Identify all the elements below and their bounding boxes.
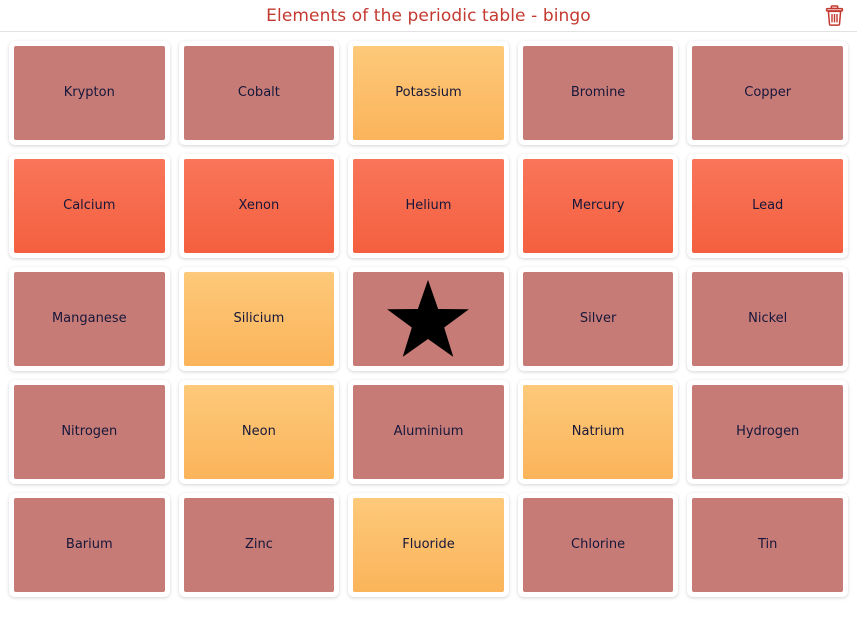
bingo-cell-face: Hydrogen xyxy=(692,385,843,479)
bingo-cell-label: Bromine xyxy=(570,84,626,100)
bingo-cell[interactable]: Neon xyxy=(178,380,340,484)
bingo-cell[interactable]: Cobalt xyxy=(178,41,340,145)
bingo-cell-label: Hydrogen xyxy=(736,423,800,439)
bingo-cell-face: Manganese xyxy=(14,272,165,366)
bingo-cell-face: Chlorine xyxy=(522,498,674,592)
bingo-cell[interactable]: Chlorine xyxy=(517,493,679,597)
bingo-cell[interactable]: Hydrogen xyxy=(687,380,848,484)
bingo-cell-label: Helium xyxy=(405,197,452,213)
bingo-cell-label: Fluoride xyxy=(402,536,455,552)
bingo-cell[interactable]: Nitrogen xyxy=(9,380,170,484)
bingo-cell-label: Mercury xyxy=(571,197,625,213)
bingo-cell-label: Tin xyxy=(757,536,778,552)
bingo-cell-face: Lead xyxy=(692,159,843,253)
bingo-cell[interactable]: Manganese xyxy=(9,267,170,371)
star-icon xyxy=(385,278,471,360)
bingo-cell[interactable]: Lead xyxy=(687,154,848,258)
bingo-cell-label: Krypton xyxy=(63,84,115,100)
bingo-cell[interactable]: Tin xyxy=(687,493,848,597)
bingo-cell-label: Chlorine xyxy=(571,536,626,552)
bingo-cell[interactable]: Zinc xyxy=(178,493,340,597)
bingo-cell[interactable]: Natrium xyxy=(517,380,679,484)
bingo-cell-face: Neon xyxy=(183,385,335,479)
delete-card-button[interactable] xyxy=(821,3,847,29)
bingo-cell-label: Xenon xyxy=(238,197,280,213)
bingo-cell-label: Nitrogen xyxy=(61,423,118,439)
bingo-cell-face: Cobalt xyxy=(183,46,335,140)
page-title: Elements of the periodic table - bingo xyxy=(266,5,591,26)
bingo-cell-face: Barium xyxy=(14,498,165,592)
bingo-cell-label: Neon xyxy=(241,423,276,439)
bingo-cell-label: Natrium xyxy=(571,423,625,439)
bingo-cell[interactable]: Mercury xyxy=(517,154,679,258)
bingo-cell[interactable]: Helium xyxy=(348,154,509,258)
bingo-cell-face: Mercury xyxy=(522,159,674,253)
bingo-cell-label: Barium xyxy=(65,536,113,552)
bingo-cell-label: Manganese xyxy=(51,310,127,326)
bingo-cell-face: Fluoride xyxy=(353,498,504,592)
bingo-cell-face: Zinc xyxy=(183,498,335,592)
bingo-cell-face: Nickel xyxy=(692,272,843,366)
bingo-cell-label: Calcium xyxy=(63,197,116,213)
bingo-cell[interactable]: Potassium xyxy=(348,41,509,145)
bingo-cell[interactable]: Nickel xyxy=(687,267,848,371)
app-header: Elements of the periodic table - bingo xyxy=(0,0,857,32)
bingo-cell[interactable]: Xenon xyxy=(178,154,340,258)
bingo-cell-label: Copper xyxy=(744,84,792,100)
bingo-cell-label: Zinc xyxy=(244,536,273,552)
bingo-cell-label: Potassium xyxy=(395,84,462,100)
bingo-cell-face: Copper xyxy=(692,46,843,140)
bingo-cell-face: Xenon xyxy=(183,159,335,253)
bingo-cell-face: Aluminium xyxy=(353,385,504,479)
bingo-cell[interactable]: Barium xyxy=(9,493,170,597)
bingo-cell-face: Krypton xyxy=(14,46,165,140)
bingo-cell-face: Bromine xyxy=(522,46,674,140)
bingo-cell-face: Nitrogen xyxy=(14,385,165,479)
bingo-cell[interactable]: Copper xyxy=(687,41,848,145)
bingo-cell[interactable]: Aluminium xyxy=(348,380,509,484)
bingo-cell[interactable]: Silver xyxy=(517,267,679,371)
bingo-cell[interactable]: Bromine xyxy=(517,41,679,145)
bingo-cell-label: Nickel xyxy=(748,310,788,326)
bingo-cell-face: Helium xyxy=(353,159,504,253)
bingo-cell-face xyxy=(353,272,504,366)
bingo-cell-face: Potassium xyxy=(353,46,504,140)
bingo-cell-face: Tin xyxy=(692,498,843,592)
bingo-cell[interactable]: Calcium xyxy=(9,154,170,258)
bingo-cell[interactable]: Fluoride xyxy=(348,493,509,597)
bingo-cell-label: Lead xyxy=(752,197,784,213)
bingo-cell-face: Silver xyxy=(522,272,674,366)
bingo-cell-free-space[interactable] xyxy=(348,267,509,371)
bingo-cell-label: Silver xyxy=(579,310,617,326)
bingo-cell-label: Cobalt xyxy=(237,84,280,100)
bingo-cell-label: Silicium xyxy=(233,310,285,326)
bingo-cell[interactable]: Silicium xyxy=(178,267,340,371)
trash-icon xyxy=(825,5,844,26)
bingo-cell-face: Natrium xyxy=(522,385,674,479)
bingo-grid: Krypton Cobalt Potassium Bromine Copper Calci… xyxy=(0,32,857,597)
bingo-cell-face: Silicium xyxy=(183,272,335,366)
bingo-cell-label: Aluminium xyxy=(393,423,464,439)
bingo-cell-face: Calcium xyxy=(14,159,165,253)
bingo-cell[interactable]: Krypton xyxy=(9,41,170,145)
